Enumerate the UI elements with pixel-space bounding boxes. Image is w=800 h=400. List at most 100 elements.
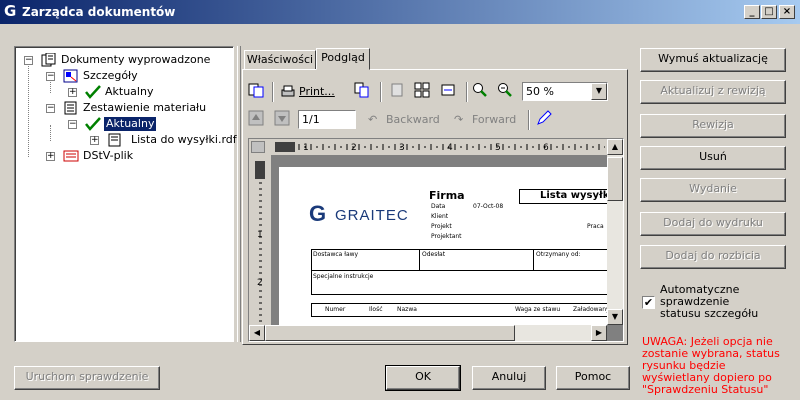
praca-label: Praca <box>587 223 604 230</box>
dropdown-arrow-icon[interactable]: ▼ <box>591 83 607 100</box>
tree-root-label[interactable]: Dokumenty wyprowadzone <box>61 53 210 67</box>
splitter[interactable] <box>237 46 241 342</box>
prev-page-icon[interactable] <box>248 110 266 130</box>
warning-text: UWAGA: Jeżeli opcja nie zostanie wybrana… <box>642 336 780 396</box>
forward-button[interactable]: ↷ Forward <box>454 110 518 130</box>
ruler-top-ticks: 1 2 3 4 5 6 <box>275 142 605 153</box>
backward-icon: ↶ <box>368 113 378 126</box>
horizontal-scroll-thumb[interactable] <box>265 325 515 341</box>
col-numer: Numer <box>325 306 346 313</box>
tree-szczegoly-label[interactable]: Szczegóły <box>83 69 138 83</box>
edit-pen-icon[interactable] <box>536 110 554 130</box>
wymus-aktualizacje-button[interactable]: Wymuś aktualizację <box>640 48 786 72</box>
expand-dstv-icon[interactable]: + <box>46 152 55 161</box>
col-zaladowany: Załadowany <box>573 306 610 313</box>
scroll-right-icon[interactable]: ▶ <box>591 325 607 341</box>
specjalne-label: Specjalne instrukcje <box>313 273 374 280</box>
report-file-icon <box>107 133 123 147</box>
uruchom-sprawdzenie-button[interactable]: Uruchom sprawdzenie <box>14 366 160 390</box>
klient-label: Klient <box>431 213 449 220</box>
zoom-select[interactable]: 50 % ▼ <box>522 82 608 101</box>
document-tree[interactable]: − Dokumenty wyprowadzone − Szczegóły + A… <box>14 46 237 342</box>
backward-button[interactable]: ↶ Backward <box>368 110 440 130</box>
ruler-top-label: 2 <box>351 143 357 153</box>
auto-check-label: Automatyczne sprawdzenie statusu szczegó… <box>660 283 759 320</box>
preview-area[interactable]: 123456 12 G GRAITEC Firma Data 07-Oct-08… <box>248 138 624 342</box>
col-nazwa: Nazwa <box>397 306 417 313</box>
dodaj-do-rozbicia-button[interactable]: Dodaj do rozbicia <box>640 245 786 269</box>
pomoc-button[interactable]: Pomoc <box>556 366 630 390</box>
toolbar-separator <box>380 82 382 102</box>
odeslat-label: Odesłat <box>422 251 446 258</box>
collapse-root-icon[interactable]: − <box>24 56 33 65</box>
next-page-icon[interactable] <box>274 110 292 130</box>
data-label: Data <box>431 203 446 210</box>
aktualizuj-z-rewizja-button[interactable]: Aktualizuj z rewizją <box>640 80 786 104</box>
close-button[interactable]: × <box>779 5 795 19</box>
scroll-left-icon[interactable]: ◀ <box>249 325 265 341</box>
zoom-value: 50 % <box>526 85 554 98</box>
toolbar-separator <box>466 82 468 102</box>
checkmark-icon <box>85 117 101 131</box>
app-logo-icon: G <box>4 2 17 20</box>
projektant-label: Projektant <box>431 233 462 240</box>
title-box: Lista wysyłko <box>519 189 611 204</box>
preview-page: G GRAITEC Firma Data 07-Oct-08 Klient Pr… <box>279 167 611 325</box>
zoom-out-icon[interactable] <box>497 82 515 102</box>
collapse-zest-aktualny-icon[interactable]: − <box>68 120 77 129</box>
tree-zest-aktualny-label-selected[interactable]: Aktualny <box>102 116 158 132</box>
projekt-label: Projekt <box>431 223 452 230</box>
col-waga: Waga ze stawu <box>515 306 561 313</box>
minimize-button[interactable]: _ <box>744 5 760 19</box>
tab-wlasciwosci[interactable]: Właściwości <box>244 50 316 70</box>
ruler-top-label: 3 <box>399 143 405 153</box>
tree-dstv-label[interactable]: DStV-plik <box>83 149 133 163</box>
page-width-icon[interactable] <box>440 82 458 102</box>
print-button[interactable]: Print... <box>280 82 335 102</box>
graitec-logo-icon: G <box>309 201 327 226</box>
scroll-up-icon[interactable]: ▲ <box>607 139 623 155</box>
checkmark-icon <box>85 85 101 99</box>
zoom-in-icon[interactable] <box>472 82 490 102</box>
forward-icon: ↷ <box>454 113 464 126</box>
tree-zestawienie-label[interactable]: Zestawienie materiału <box>83 101 206 115</box>
ruler-corner <box>251 141 265 153</box>
page-number-input[interactable]: 1/1 <box>298 110 356 129</box>
vertical-scrollbar[interactable]: ▲ ▼ <box>607 139 623 325</box>
maximize-button[interactable]: □ <box>761 5 777 19</box>
collapse-zestawienie-icon[interactable]: − <box>46 104 55 113</box>
vertical-scroll-thumb[interactable] <box>607 157 623 201</box>
title-bar[interactable]: G Zarządca dokumentów _ □ × <box>0 0 800 24</box>
single-page-icon[interactable] <box>389 82 407 102</box>
auto-check-checkbox[interactable]: ✔ <box>642 296 655 309</box>
forward-label: Forward <box>472 113 517 126</box>
copy-pages-icon[interactable] <box>248 82 266 102</box>
tab-podglad[interactable]: Podgląd <box>316 48 370 70</box>
horizontal-scrollbar[interactable]: ◀ ▶ <box>249 325 607 341</box>
tree-szczegoly-aktualny-label[interactable]: Aktualny <box>105 85 153 99</box>
details-drawing-icon <box>63 69 79 83</box>
rewizja-button[interactable]: Rewizja <box>640 114 786 138</box>
copy-icon[interactable] <box>354 82 372 102</box>
documents-folder-icon <box>41 52 57 67</box>
anuluj-button[interactable]: Anuluj <box>472 366 546 390</box>
dostawca-label: Dostawca ławy <box>313 251 359 258</box>
wydanie-button[interactable]: Wydanie <box>640 178 786 202</box>
backward-label: Backward <box>386 113 440 126</box>
ok-button[interactable]: OK <box>385 365 461 391</box>
dstv-file-icon <box>63 149 79 163</box>
otrzymany-label: Otrzymany od: <box>536 251 581 258</box>
expand-szczegoly-aktualny-icon[interactable]: + <box>68 88 77 97</box>
expand-lista-icon[interactable]: + <box>90 136 99 145</box>
usun-button[interactable]: Usuń <box>640 146 786 170</box>
ruler-left-label: 2 <box>257 278 263 288</box>
collapse-szczegoly-icon[interactable]: − <box>46 72 55 81</box>
multi-page-icon[interactable] <box>414 82 432 102</box>
logo-text: GRAITEC <box>335 207 409 224</box>
scroll-down-icon[interactable]: ▼ <box>607 309 623 325</box>
ruler-top-label: 1 <box>303 143 309 153</box>
tree-lista-label[interactable]: Lista do wysyłki.rdf <box>131 133 237 147</box>
ruler-top-label: 5 <box>495 143 501 153</box>
printer-icon <box>280 84 296 107</box>
dodaj-do-wydruku-button[interactable]: Dodaj do wydruku <box>640 212 786 236</box>
